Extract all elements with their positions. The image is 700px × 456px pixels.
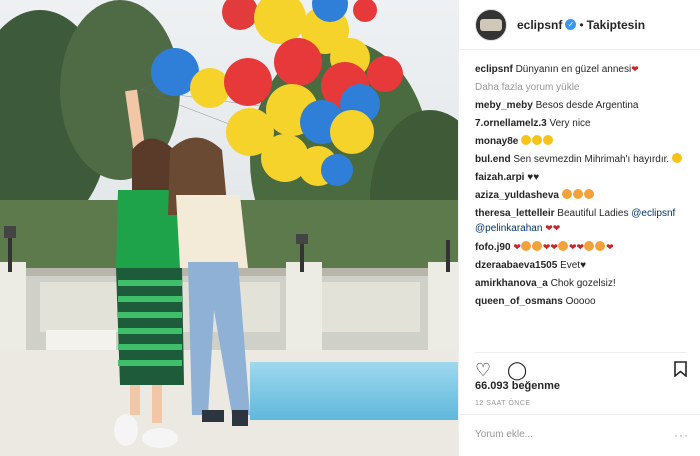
post-header: eclipsnf ✓ • Takiptesin bbox=[459, 0, 700, 50]
kiss-emoji-icon bbox=[595, 241, 606, 251]
comment-item: faizah.arpi ♥♥ bbox=[475, 171, 695, 185]
comment-text: Very nice bbox=[549, 118, 591, 129]
comment-bubble-icon[interactable]: ◯ bbox=[507, 361, 527, 379]
comment-text: Beautiful Ladies bbox=[557, 208, 629, 219]
comment-username[interactable]: amirkhanova_a bbox=[475, 278, 548, 289]
kiss-emoji-icon bbox=[584, 241, 595, 251]
hearts-emoji-icon: ❤❤ bbox=[545, 223, 561, 233]
comment-username[interactable]: faizah.arpi bbox=[475, 172, 524, 183]
comment-text: Ooooo bbox=[565, 296, 596, 307]
mention-link[interactable]: @pelinkarahan bbox=[475, 223, 542, 234]
load-more-comments-link[interactable]: Daha fazla yorum yükle bbox=[475, 81, 695, 95]
smile-emoji-icon bbox=[543, 135, 554, 145]
follow-status-button[interactable]: Takiptesin bbox=[587, 18, 645, 32]
comment-username[interactable]: monay8e bbox=[475, 136, 518, 147]
comment-item: fofo.j90 ❤ ❤❤ ❤❤ ❤ bbox=[475, 240, 695, 255]
heart-emoji-icon: ❤❤ bbox=[568, 242, 585, 252]
post-timestamp: 12 SAAT ÖNCE bbox=[475, 400, 531, 407]
comment-item: aziza_yuldasheva bbox=[475, 189, 695, 203]
like-count-label: beğenme bbox=[511, 380, 561, 392]
header-username[interactable]: eclipsnf bbox=[517, 18, 562, 32]
kiss-emoji-icon bbox=[557, 241, 568, 251]
comment-text: Dünyanın en güzel annesi bbox=[515, 64, 632, 75]
post-image-illustration bbox=[0, 0, 458, 456]
comment-input[interactable]: Yorum ekle... bbox=[475, 429, 533, 440]
comment-item: meby_meby Besos desde Argentina bbox=[475, 99, 695, 113]
heart-emoji-icon: ❤ bbox=[606, 242, 614, 252]
comment-item: monay8e bbox=[475, 135, 695, 149]
avatar[interactable] bbox=[475, 8, 507, 41]
comment-text: Evet♥ bbox=[560, 260, 587, 271]
post-side-panel: eclipsnf ✓ • Takiptesin eclipsnf Dünyanı… bbox=[458, 0, 700, 456]
heart-emoji-icon: ❤ bbox=[513, 242, 521, 252]
heart-eyes-emoji-icon bbox=[583, 189, 594, 199]
comment-text: ♥♥ bbox=[527, 172, 540, 183]
comment-username[interactable]: aziza_yuldasheva bbox=[475, 190, 559, 201]
smile-emoji-icon bbox=[532, 135, 543, 145]
comment-username[interactable]: eclipsnf bbox=[475, 64, 513, 75]
comment-username[interactable]: fofo.j90 bbox=[475, 242, 511, 253]
caption: eclipsnf Dünyanın en güzel annesi❤ bbox=[475, 62, 695, 77]
separator-dot: • bbox=[579, 17, 584, 32]
comment-item: amirkhanova_a Chok gozelsiz! bbox=[475, 277, 695, 291]
comment-item: queen_of_osmans Ooooo bbox=[475, 295, 695, 309]
post-photo[interactable] bbox=[0, 0, 458, 456]
comment-username[interactable]: theresa_lettelleir bbox=[475, 208, 555, 219]
comment-username[interactable]: dzeraabaeva1505 bbox=[475, 260, 557, 271]
like-count[interactable]: 66.093 beğenme bbox=[475, 380, 560, 392]
comment-text: Sen sevmezdin Mihrimah'ı hayırdır. bbox=[513, 154, 670, 165]
bookmark-icon[interactable] bbox=[674, 361, 687, 380]
like-count-number: 66.093 bbox=[475, 380, 509, 392]
comment-username[interactable]: 7.ornellamelz.3 bbox=[475, 118, 547, 129]
verified-badge-icon: ✓ bbox=[565, 19, 577, 30]
grin-emoji-icon bbox=[671, 153, 682, 163]
comment-username[interactable]: queen_of_osmans bbox=[475, 296, 563, 307]
kiss-emoji-icon bbox=[531, 241, 542, 251]
comment-item: 7.ornellamelz.3 Very nice bbox=[475, 117, 695, 131]
heart-emoji-icon: ❤ bbox=[631, 64, 639, 74]
comment-username[interactable]: bul.end bbox=[475, 154, 511, 165]
mention-link[interactable]: @eclipsnf bbox=[631, 208, 675, 219]
add-comment-bar: Yorum ekle... ··· bbox=[459, 414, 700, 456]
more-options-icon[interactable]: ··· bbox=[674, 428, 689, 442]
comment-username[interactable]: meby_meby bbox=[475, 100, 533, 111]
comment-text: Besos desde Argentina bbox=[535, 100, 639, 111]
heart-emoji-icon: ❤❤ bbox=[542, 242, 558, 252]
comment-item: dzeraabaeva1505 Evet♥ bbox=[475, 259, 695, 273]
comment-text: Chok gozelsiz! bbox=[550, 278, 616, 289]
heart-eyes-emoji-icon bbox=[572, 189, 583, 199]
heart-eyes-emoji-icon bbox=[561, 189, 572, 199]
comment-item: theresa_lettelleir Beautiful Ladies @ecl… bbox=[475, 207, 695, 236]
like-heart-icon[interactable]: ♡ bbox=[475, 361, 491, 379]
kiss-emoji-icon bbox=[520, 241, 531, 251]
smile-emoji-icon bbox=[521, 135, 532, 145]
comment-list: eclipsnf Dünyanın en güzel annesi❤ Daha … bbox=[475, 62, 695, 313]
comment-item: bul.end Sen sevmezdin Mihrimah'ı hayırdı… bbox=[475, 153, 695, 167]
